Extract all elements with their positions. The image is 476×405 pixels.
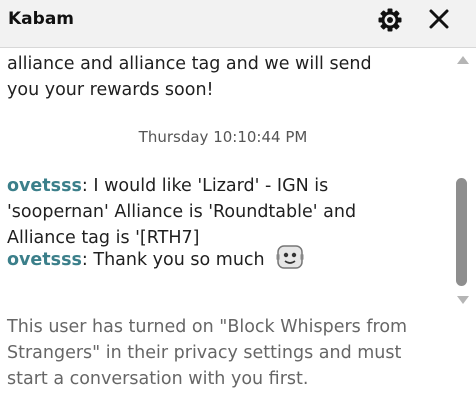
- sender-name[interactable]: ovetsss: [7, 176, 82, 196]
- robot-face-emoji-icon: [276, 245, 304, 269]
- scroll-thumb[interactable]: [456, 178, 467, 286]
- chat-message: ovetsss: Thank you so much: [7, 244, 457, 273]
- message-timestamp: Thursday 10:10:44 PM: [138, 128, 308, 146]
- privacy-notice: This user has turned on "Block Whispers …: [7, 314, 459, 392]
- chat-message: ovetsss: I would like 'Lizard' - IGN is …: [7, 173, 457, 251]
- notice-text-line: Strangers" in their privacy settings and…: [7, 343, 402, 363]
- scroll-up-arrow-icon[interactable]: [457, 56, 469, 64]
- chat-header: Kabam: [0, 0, 476, 48]
- message-list[interactable]: alliance and alliance tag and we will se…: [0, 48, 476, 405]
- message-text-line: alliance and alliance tag and we will se…: [7, 54, 372, 74]
- close-icon[interactable]: [427, 7, 451, 31]
- notice-text-line: This user has turned on "Block Whispers …: [7, 317, 408, 337]
- message-text-line: you your rewards soon!: [7, 80, 214, 100]
- sender-name[interactable]: ovetsss: [7, 250, 82, 270]
- scroll-down-arrow-icon[interactable]: [457, 296, 469, 304]
- chat-title: Kabam: [8, 9, 74, 29]
- message-text: Thank you so much: [87, 250, 265, 270]
- gear-icon[interactable]: [377, 7, 403, 33]
- notice-text-line: start a conversation with you first.: [7, 369, 309, 389]
- message-text: I would like 'Lizard' - IGN is: [87, 176, 329, 196]
- system-message: alliance and alliance tag and we will se…: [7, 51, 457, 103]
- scrollbar[interactable]: [454, 50, 470, 308]
- message-text-line: 'soopernan' Alliance is 'Roundtable' and: [7, 202, 357, 222]
